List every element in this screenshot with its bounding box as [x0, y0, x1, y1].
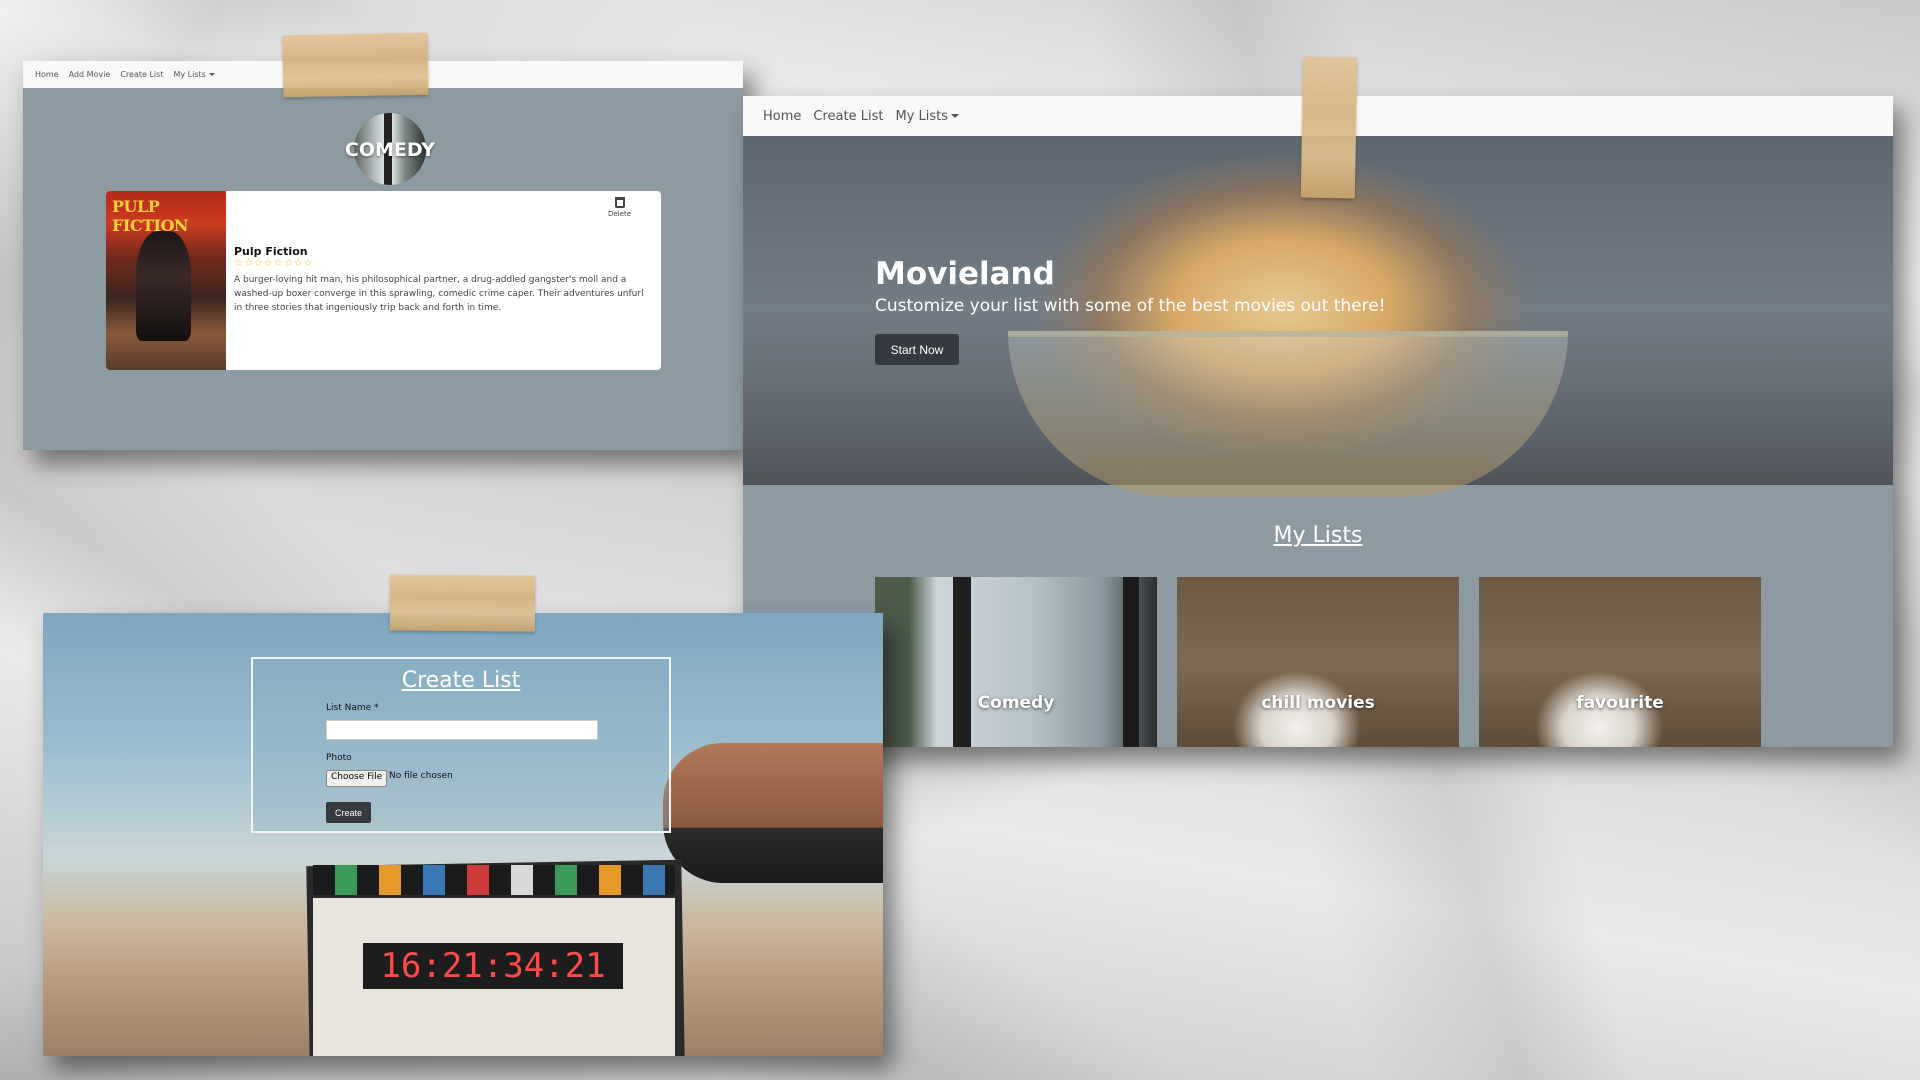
movie-title: Pulp Fiction — [234, 245, 308, 258]
nav-home[interactable]: Home — [763, 109, 801, 124]
list-name-input[interactable] — [326, 720, 598, 740]
star-rating[interactable]: ☆☆☆☆☆☆☆☆ — [234, 258, 651, 269]
comedy-list-screenshot: Home Add Movie Create List My Lists COME… — [23, 61, 743, 450]
photo-label: Photo — [326, 753, 352, 763]
nav-my-lists-dropdown[interactable]: My Lists — [895, 109, 959, 124]
list-tile-label: chill movies — [1261, 693, 1375, 713]
nav-create-list[interactable]: Create List — [120, 70, 163, 79]
list-name-label: List Name * — [326, 703, 379, 713]
list-name-label-text: List Name — [326, 703, 372, 713]
nav-my-lists-dropdown[interactable]: My Lists — [173, 70, 215, 79]
clapperboard-stripes — [313, 865, 675, 895]
movie-poster: PULP FICTION — [106, 191, 226, 370]
file-status: No file chosen — [389, 771, 453, 781]
list-tile-label: favourite — [1576, 693, 1664, 713]
trash-icon — [614, 197, 625, 208]
create-list-screenshot: 16:21:34:21 Create List List Name * Phot… — [43, 613, 883, 1056]
tape-decoration — [1300, 56, 1358, 199]
popcorn-bowl-image — [1008, 331, 1568, 497]
tape-decoration — [282, 32, 429, 98]
hero-subtitle: Customize your list with some of the bes… — [875, 296, 1386, 316]
list-tile-comedy[interactable]: Comedy — [875, 577, 1157, 747]
tape-decoration — [389, 574, 536, 632]
hand-image — [663, 743, 883, 883]
nav-create-list[interactable]: Create List — [813, 109, 883, 124]
chevron-down-icon — [208, 73, 215, 76]
nav-my-lists-label: My Lists — [895, 108, 948, 124]
form-title: Create List — [401, 668, 521, 693]
start-now-button[interactable]: Start Now — [875, 334, 959, 365]
movie-info: Delete Pulp Fiction ☆☆☆☆☆☆☆☆ A burger-lo… — [226, 191, 661, 370]
choose-file-button[interactable]: Choose File — [326, 770, 388, 787]
delete-button[interactable]: Delete — [608, 197, 631, 218]
my-lists-heading: My Lists — [1273, 523, 1363, 548]
delete-label: Delete — [608, 210, 631, 218]
poster-title: PULP FICTION — [112, 197, 189, 235]
create-list-form: Create List List Name * Photo Choose Fil… — [251, 657, 671, 833]
create-button[interactable]: Create — [326, 802, 371, 823]
movie-card: PULP FICTION Delete Pulp Fiction ☆☆☆☆☆☆☆… — [106, 191, 661, 370]
list-title: COMEDY — [344, 139, 436, 161]
nav-my-lists-label: My Lists — [173, 70, 206, 79]
list-tile-favourite[interactable]: favourite — [1479, 577, 1761, 747]
hero-title: Movieland — [875, 256, 1055, 292]
nav-add-movie[interactable]: Add Movie — [69, 70, 111, 79]
list-tile-chill-movies[interactable]: chill movies — [1177, 577, 1459, 747]
movie-description: A burger-loving hit man, his philosophic… — [234, 275, 644, 313]
required-mark: * — [374, 703, 379, 713]
chevron-down-icon — [951, 114, 959, 118]
nav-home[interactable]: Home — [35, 70, 59, 79]
list-tile-label: Comedy — [977, 693, 1055, 713]
clapperboard-timecode: 16:21:34:21 — [363, 943, 623, 989]
